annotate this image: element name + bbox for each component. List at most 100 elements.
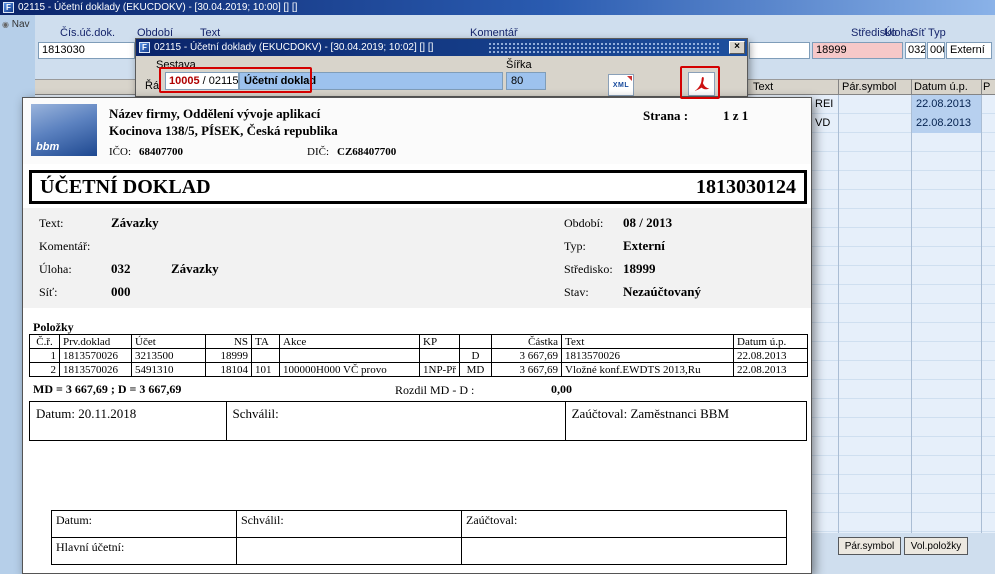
sestava-rest: / 02115 bbox=[200, 75, 239, 87]
print-dialog: F 02115 - Účetní doklady (EKUCDOKV) - [3… bbox=[135, 38, 748, 97]
label-typ: Typ bbox=[928, 27, 946, 39]
komentar-field[interactable] bbox=[749, 42, 810, 59]
cell: 22.08.2013 bbox=[734, 363, 808, 377]
col-header: Účet bbox=[132, 335, 206, 349]
grid-column-line bbox=[838, 95, 839, 533]
company-line2: Kocinova 138/5, PÍSEK, Česká republika bbox=[109, 123, 338, 139]
sign2-empty-cell bbox=[237, 538, 462, 565]
rpt-stredisko-value: 18999 bbox=[623, 261, 656, 277]
sign2-hlavni-ucetni: Hlavní účetní: bbox=[52, 538, 237, 565]
uloha-field[interactable]: 032 bbox=[905, 42, 926, 59]
grid-header-p[interactable]: P bbox=[983, 81, 990, 93]
cell: MD bbox=[460, 363, 492, 377]
cell: 1813570026 bbox=[60, 363, 132, 377]
col-header: Č.ř. bbox=[30, 335, 60, 349]
xml-icon: XML bbox=[613, 82, 629, 89]
rozdil-label: Rozdil MD - D : bbox=[395, 383, 474, 398]
rpt-stav-label: Stav: bbox=[564, 285, 589, 300]
company-logo: bbm bbox=[31, 104, 97, 156]
cell: 3 667,69 bbox=[492, 363, 562, 377]
par-symbol-button[interactable]: Pár.symbol bbox=[838, 537, 901, 555]
grid-column-line bbox=[911, 95, 912, 533]
cell: 18104 bbox=[206, 363, 252, 377]
grid-header-datum-up[interactable]: Datum ú.p. bbox=[914, 81, 968, 93]
cell: 101 bbox=[252, 363, 280, 377]
grid-header-par-symbol[interactable]: Pár.symbol bbox=[842, 81, 896, 93]
app-window: F 02115 - Účetní doklady (EKUCDOKV) - [3… bbox=[0, 0, 995, 574]
sit-field[interactable]: 000 bbox=[927, 42, 945, 59]
cell bbox=[252, 349, 280, 363]
rpt-obdobi-value: 08 / 2013 bbox=[623, 215, 672, 231]
company-line1: Název firmy, Oddělení vývoje aplikací bbox=[109, 106, 320, 122]
sign-zauctoval: Zaúčtoval: Zaměstnanci BBM bbox=[566, 402, 806, 440]
item-row: 1 1813570026 3213500 18999 D 3 667,69 18… bbox=[30, 349, 808, 363]
cell: Vložné konf.EWDTS 2013,Ru bbox=[562, 363, 734, 377]
grid-row-datum-cell[interactable]: 22.08.2013 bbox=[912, 114, 981, 133]
vol-polozky-button[interactable]: Vol.položky bbox=[904, 537, 968, 555]
dialog-icon: F bbox=[139, 42, 150, 53]
cell bbox=[420, 349, 460, 363]
xml-export-button[interactable]: XML bbox=[608, 74, 634, 96]
cell: 1813570026 bbox=[60, 349, 132, 363]
label-cis-uc-dok: Čís.úč.dok. bbox=[60, 27, 115, 39]
item-row: 2 1813570026 5491310 18104 101 100000H00… bbox=[30, 363, 808, 377]
sign-datum: Datum: 20.11.2018 bbox=[30, 402, 227, 440]
sirka-field[interactable]: 80 bbox=[506, 72, 546, 90]
nav-label: Nav bbox=[12, 19, 30, 30]
signature-table-row: Datum: Schválil: Zaúčtoval: bbox=[52, 511, 787, 538]
rpt-sit-label: Síť: bbox=[39, 285, 57, 300]
signature-table: Datum: Schválil: Zaúčtoval: Hlavní účetn… bbox=[51, 510, 787, 565]
window-title: 02115 - Účetní doklady (EKUCDOKV) - [30.… bbox=[18, 2, 297, 13]
items-header-row: Č.ř. Prv.doklad Účet NS TA Akce KP Částk… bbox=[30, 335, 808, 349]
dic-label: DIČ: bbox=[307, 146, 329, 158]
col-header: Částka bbox=[492, 335, 562, 349]
stredisko-field[interactable]: 18999 bbox=[812, 42, 903, 59]
grid-row-text[interactable]: REI bbox=[815, 98, 837, 110]
close-icon[interactable]: × bbox=[729, 41, 745, 54]
rpt-stredisko-label: Středisko: bbox=[564, 262, 613, 277]
col-header: Prv.doklad bbox=[60, 335, 132, 349]
grid-header-separator bbox=[911, 79, 912, 95]
typ-field[interactable]: Externí bbox=[946, 42, 992, 59]
logo-text: bbm bbox=[36, 141, 59, 153]
grid-row-datum-cell[interactable]: 22.08.2013 bbox=[912, 95, 981, 114]
rpt-typ-value: Externí bbox=[623, 238, 665, 254]
grid-header-text[interactable]: Text bbox=[753, 81, 773, 93]
sign2-datum: Datum: bbox=[52, 511, 237, 538]
window-titlebar[interactable]: F 02115 - Účetní doklady (EKUCDOKV) - [3… bbox=[0, 0, 995, 15]
report-preview-window[interactable]: bbm Název firmy, Oddělení vývoje aplikac… bbox=[22, 97, 812, 574]
cell: 3 667,69 bbox=[492, 349, 562, 363]
cell: 1 bbox=[30, 349, 60, 363]
sign2-empty-cell bbox=[462, 538, 787, 565]
sestava-number-field[interactable]: 10005 / 02115 bbox=[165, 72, 239, 90]
grid-header-separator bbox=[981, 79, 982, 95]
titlebar-pattern bbox=[488, 42, 721, 53]
rpt-komentar-label: Komentář: bbox=[39, 239, 90, 254]
rpt-uloha-value: 032 bbox=[111, 261, 131, 277]
cell: 3213500 bbox=[132, 349, 206, 363]
cell: D bbox=[460, 349, 492, 363]
cell: 22.08.2013 bbox=[734, 349, 808, 363]
dialog-title: 02115 - Účetní doklady (EKUCDOKV) - [30.… bbox=[154, 42, 433, 53]
sestava-name-field[interactable]: Účetní doklad bbox=[239, 72, 503, 90]
items-table: Č.ř. Prv.doklad Účet NS TA Akce KP Částk… bbox=[29, 334, 808, 377]
pdf-export-button[interactable] bbox=[688, 72, 715, 96]
dialog-titlebar[interactable]: F 02115 - Účetní doklady (EKUCDOKV) - [3… bbox=[136, 39, 747, 56]
items-label: Položky bbox=[33, 320, 74, 335]
ico-label: IČO: bbox=[109, 146, 131, 158]
cell: 18999 bbox=[206, 349, 252, 363]
pdf-icon bbox=[692, 74, 712, 94]
cis-uc-dok-field[interactable]: 1813030 bbox=[38, 42, 135, 59]
strana-value: 1 z 1 bbox=[723, 108, 748, 124]
grid-row-text[interactable]: VD bbox=[815, 117, 837, 129]
rpt-uloha-name: Závazky bbox=[171, 261, 219, 277]
sestava-number: 10005 bbox=[169, 75, 200, 87]
rpt-text-label: Text: bbox=[39, 216, 64, 231]
ico-value: 68407700 bbox=[139, 146, 183, 158]
ra-label: Řá bbox=[145, 80, 159, 92]
col-header: NS bbox=[206, 335, 252, 349]
grid-header-separator bbox=[838, 79, 839, 95]
cell: 2 bbox=[30, 363, 60, 377]
sirka-label: Šířka bbox=[506, 59, 532, 71]
strana-label: Strana : bbox=[643, 108, 688, 124]
